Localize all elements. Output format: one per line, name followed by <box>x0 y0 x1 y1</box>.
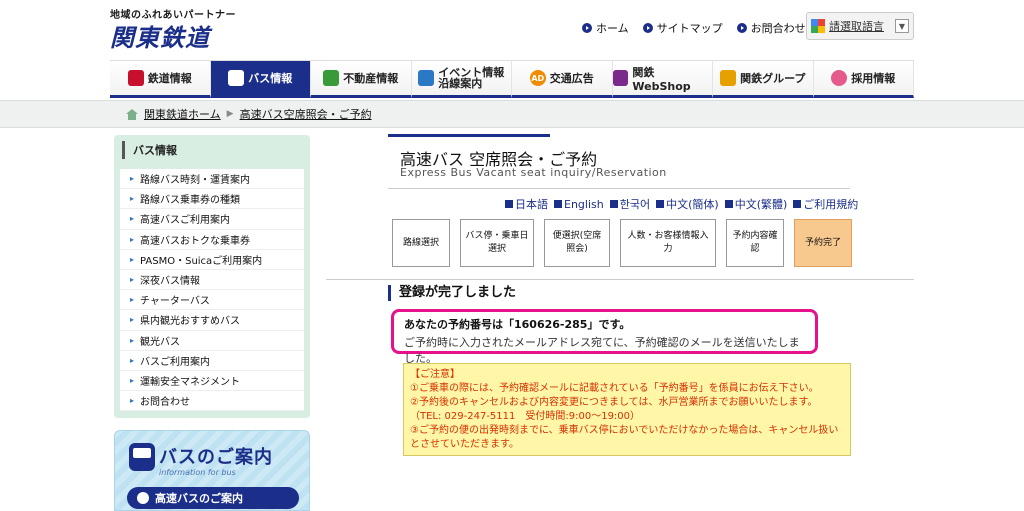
reservation-result-box: あなたの予約番号は「160626-285」です。 ご予約時に入力されたメールアド… <box>391 309 818 365</box>
sidebar-item[interactable]: チャーターバス <box>120 290 304 311</box>
step-stop-date-select: バス停・乗車日選択 <box>460 219 534 267</box>
completion-heading: 登録が完了しました <box>388 285 516 301</box>
reservation-number: 160626-285 <box>514 318 588 331</box>
step-trip-select: 便選択(空席照会) <box>544 219 610 267</box>
sidebar-item[interactable]: 路線バス乗車券の種類 <box>120 189 304 210</box>
notice-box: 【ご注意】 ①ご乗車の際には、予約確認メールに記載されている「予約番号」を係員に… <box>403 363 851 456</box>
nav-realestate[interactable]: 不動産情報 <box>311 61 412 98</box>
sidebar-item[interactable]: PASMO・Suicaご利用案内 <box>120 250 304 270</box>
sidebar-item[interactable]: 県内観光おすすめバス <box>120 310 304 331</box>
banner-subtitle: information for bus <box>159 468 236 477</box>
train-icon <box>127 70 144 86</box>
lang-chinese-traditional[interactable]: 中文(繁體) <box>724 196 787 212</box>
notice-title: 【ご注意】 <box>410 369 460 380</box>
arrow-circle-icon <box>736 23 747 33</box>
sidebar-item[interactable]: 路線バス時刻・運賃案内 <box>120 169 304 190</box>
lang-japanese[interactable]: 日本語 <box>505 196 548 212</box>
home-link[interactable]: ホーム <box>582 20 629 36</box>
lang-korean[interactable]: 한국어 <box>609 196 650 212</box>
sidebar-item[interactable]: 高速バスご利用案内 <box>120 209 304 230</box>
contact-link[interactable]: お問合わせ <box>736 20 806 36</box>
step-customer-info: 人数・お客様情報入力 <box>620 219 716 267</box>
sidebar-item[interactable]: バスご利用案内 <box>120 351 304 371</box>
nav-recruit[interactable]: 採用情報 <box>813 61 914 98</box>
group-icon <box>720 70 737 86</box>
terms-of-use-link[interactable]: ご利用規約 <box>793 196 858 212</box>
sidebar-item[interactable]: 高速バスおトクな乗車券 <box>120 230 304 250</box>
sidebar-item[interactable]: 観光バス <box>120 331 304 351</box>
notice-line: ②予約後のキャンセルおよび内容変更につきましては、水戸営業所までお願いいたします… <box>410 397 818 408</box>
google-translate-icon <box>811 19 825 33</box>
arrow-circle-icon <box>582 23 592 33</box>
arrow-circle-icon <box>642 23 653 33</box>
banner-title: バスのご案内 <box>159 447 273 468</box>
title-divider <box>388 188 850 189</box>
nav-railway[interactable]: 鉄道情報 <box>110 61 211 98</box>
sidebar-list: 路線バス時刻・運賃案内 路線バス乗車券の種類 高速バスご利用案内 高速バスおトク… <box>120 169 304 412</box>
sidebar-item[interactable]: 深夜バス情報 <box>120 270 304 291</box>
notice-line: ③ご予約の便の出発時刻までに、乗車バス停においでいただけなかった場合は、キャンセ… <box>410 425 839 450</box>
people-icon <box>831 70 848 86</box>
bus-icon <box>228 70 245 86</box>
event-icon <box>418 70 435 86</box>
section-divider <box>326 279 914 280</box>
arrow-square-icon <box>793 200 802 208</box>
sitemap-link[interactable]: サイトマップ <box>642 20 723 36</box>
nav-event[interactable]: イベント情報 沿線案内 <box>411 61 512 98</box>
arrow-square-icon <box>505 200 513 208</box>
header: 地域のふれあいパートナー 関東鉄道 ホーム サイトマップ お問合わせ 請選取語言… <box>0 0 1024 58</box>
step-route-select: 路線選択 <box>392 219 450 267</box>
confirmation-email-message: ご予約時に入力されたメールアドレス宛てに、予約確認のメールを送信いたしました。 <box>404 336 800 365</box>
reservation-number-line: あなたの予約番号は「160626-285」です。 <box>404 318 631 331</box>
logo[interactable]: 関東鉄道 <box>110 18 210 53</box>
cart-icon <box>612 70 629 86</box>
chevron-down-icon[interactable]: ▼ <box>895 19 909 33</box>
nav-advertising[interactable]: AD 交通広告 <box>512 61 613 98</box>
arrow-square-icon <box>724 200 733 208</box>
arrow-square-icon <box>554 200 562 208</box>
top-links: ホーム サイトマップ お問合わせ <box>582 20 806 36</box>
express-bus-guide-button[interactable]: 高速バスのご案内 <box>127 487 299 509</box>
sidebar-title: バス情報 <box>122 141 304 159</box>
nav-group[interactable]: 関鉄グループ <box>713 61 814 98</box>
nav-bus[interactable]: バス情報 <box>210 61 311 98</box>
breadcrumb: 関東鉄道ホーム ▶ 高速バス空席照会・ご予約 <box>126 106 372 122</box>
home-icon <box>126 108 138 120</box>
notice-line: ①ご乗車の際には、予約確認メールに記載されている「予約番号」を係員にお伝え下さい… <box>410 383 819 394</box>
breadcrumb-current[interactable]: 高速バス空席照会・ご予約 <box>240 106 372 122</box>
nav-webshop[interactable]: 関鉄WebShop <box>612 61 713 98</box>
chevron-right-icon: ▶ <box>226 109 234 119</box>
arrow-square-icon <box>609 200 618 208</box>
language-select-label: 請選取語言 <box>829 20 884 33</box>
arrow-square-icon <box>656 200 665 208</box>
language-links: 日本語 English 한국어 中文(簡体) 中文(繁體) ご利用規約 <box>505 196 858 212</box>
sidebar: バス情報 路線バス時刻・運賃案内 路線バス乗車券の種類 高速バスご利用案内 高速… <box>114 135 310 418</box>
lang-english[interactable]: English <box>554 198 604 211</box>
step-confirm: 予約内容確認 <box>726 219 784 267</box>
bus-icon <box>137 492 149 504</box>
step-complete: 予約完了 <box>794 219 852 267</box>
lang-chinese-simplified[interactable]: 中文(簡体) <box>656 196 719 212</box>
breadcrumb-home[interactable]: 関東鉄道ホーム <box>144 106 221 122</box>
language-select[interactable]: 請選取語言 ▼ <box>806 12 914 40</box>
page-subtitle: Express Bus Vacant seat inquiry/Reservat… <box>400 166 667 179</box>
main-nav: 鉄道情報 バス情報 不動産情報 イベント情報 沿線案内 AD 交通広告 関鉄WebS… <box>110 60 914 98</box>
bus-icon <box>129 443 155 471</box>
progress-steps: 路線選択 バス停・乗車日選択 便選択(空席照会) 人数・お客様情報入力 予約内容… <box>392 219 852 267</box>
notice-line: （TEL: 029-247-5111 受付時間:9:00～19:00） <box>410 411 641 422</box>
sidebar-item[interactable]: お問合わせ <box>120 391 304 412</box>
bus-info-banner[interactable]: バスのご案内 information for bus 高速バスのご案内 <box>114 430 310 511</box>
title-accent-bar <box>388 134 550 137</box>
sidebar-item[interactable]: 運輸安全マネジメント <box>120 371 304 392</box>
building-icon <box>323 70 340 86</box>
ad-icon: AD <box>529 70 546 86</box>
